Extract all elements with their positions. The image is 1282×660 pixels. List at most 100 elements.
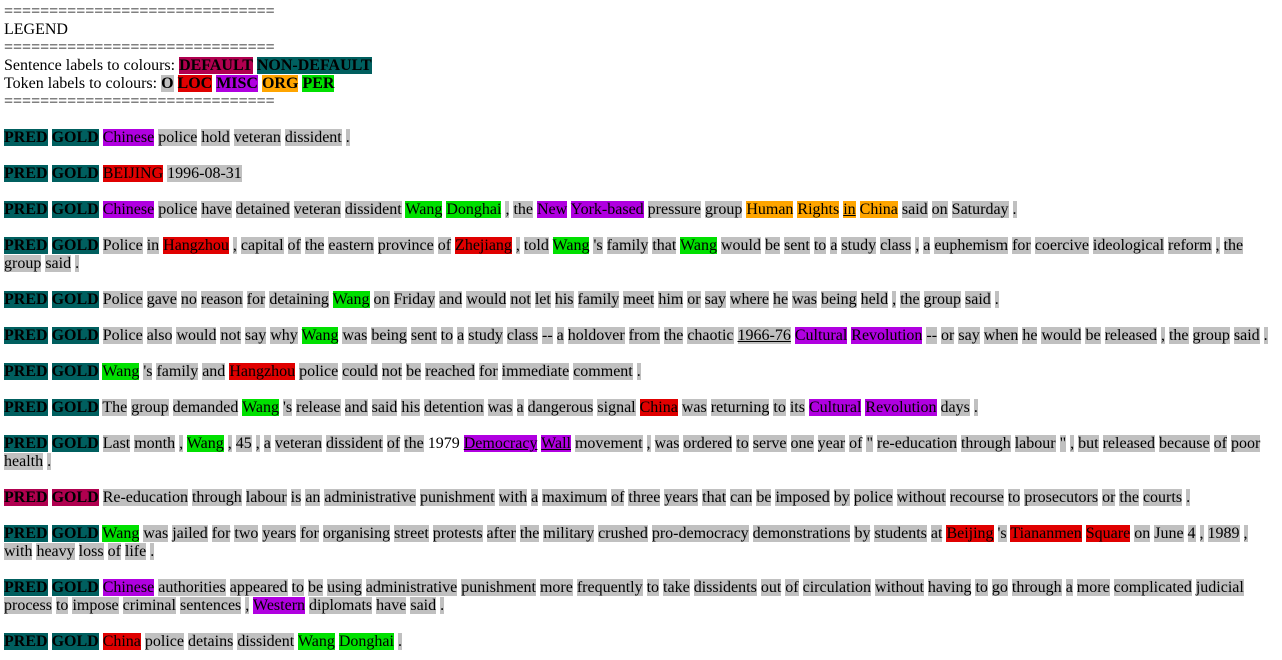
token: can [730,489,753,506]
token: Human [746,201,794,218]
token: the [404,435,424,452]
token: study [841,237,877,254]
token: demanded [172,399,239,416]
token: let [534,291,551,308]
token: group [923,291,961,308]
token: courts [1142,489,1183,506]
token: coercive [1034,237,1089,254]
token: " [1059,435,1067,452]
token: to [646,579,660,596]
token: veteran [274,435,322,452]
token: Chinese [102,201,155,218]
token: a [556,327,564,344]
token: protests [432,525,483,542]
token: him [658,291,684,308]
token: Chinese [102,579,155,596]
token: dissident [284,129,342,146]
pred-tag: PRED [4,399,48,416]
token: on [931,201,948,218]
token: with [498,489,528,506]
token: more [1076,579,1110,596]
token: Saturday [951,201,1009,218]
token: being [821,291,857,308]
pred-tag: PRED [4,435,48,452]
gold-tag: GOLD [51,327,99,344]
token: Last [102,435,131,452]
token: 1996-08-31 [167,165,242,182]
token: poor [1230,435,1261,452]
token: . [973,399,978,416]
token: police [158,201,198,218]
token: Donghai [446,201,502,218]
token: prosecutors [1024,489,1099,506]
token: 's [283,399,293,416]
token: go [991,579,1008,596]
token: said [964,291,991,308]
token: -- [542,327,553,344]
token: group [704,201,743,218]
token: ideological [1092,237,1165,254]
pred-tag: PRED [4,489,48,506]
token: labour [245,489,287,506]
token: China [859,201,898,218]
token: for [211,525,231,542]
token: and [344,399,368,416]
token: . [397,633,402,650]
token: criminal [122,597,176,614]
token: . [994,291,999,308]
token: using [327,579,362,596]
pred-tag: PRED [4,525,48,542]
token: the [519,525,540,542]
gold-tag: GOLD [51,363,99,380]
sentence-row: PRED GOLD Wang 's family and Hangzhou po… [4,363,1270,381]
token: comment [573,363,633,380]
token: health [4,453,44,470]
token: Wang [301,327,339,344]
token: having [927,579,972,596]
sentence-spacer [4,561,1270,579]
token: students [874,525,927,542]
token: detaining [269,291,329,308]
token: Zhejiang [455,237,512,254]
token: or [1102,489,1116,506]
token: to [55,597,69,614]
token: was [792,291,818,308]
sentence-spacer [4,507,1270,525]
legend-rule-bottom: ============================== [4,93,275,110]
token: . [345,129,350,146]
token: military [543,525,595,542]
token-labels-caption: Token labels to colours: [4,75,158,92]
token: , [1243,525,1248,542]
token: street [394,525,429,542]
token: released [1102,435,1155,452]
token: Democracy [463,435,538,452]
gold-tag: GOLD [51,201,99,218]
token: dissidents [693,579,757,596]
token: China [102,633,141,650]
token: release [296,399,341,416]
token: three [628,489,661,506]
token: York-based [570,201,644,218]
token: for [300,525,319,542]
token: maximum [542,489,608,506]
sentence-row: PRED GOLD Chinese police have detained v… [4,201,1270,219]
token: the [1223,237,1244,254]
token: would [720,237,761,254]
token: , [1215,237,1220,254]
pred-tag: PRED [4,201,48,218]
token: police [853,489,893,506]
token: an [305,489,321,506]
token: without [875,579,924,596]
token: province [377,237,434,254]
token: was [654,435,680,452]
token: life [124,543,147,560]
token: BEIJING [102,165,164,182]
token: Wang [242,399,279,416]
token: June [1154,525,1184,542]
sentence-spacer [4,147,1270,165]
token: Beijing [946,525,994,542]
sentence-spacer [4,219,1270,237]
token: reached [425,363,476,380]
sentence-row: PRED GOLD Re-education through labour is… [4,489,1270,507]
sentence-row: PRED GOLD Chinese authorities appeared t… [4,579,1270,615]
